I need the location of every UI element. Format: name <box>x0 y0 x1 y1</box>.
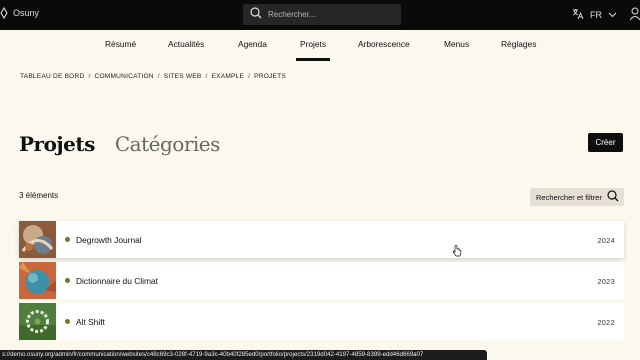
chevron-down-icon <box>608 10 617 20</box>
list-item[interactable]: Dictionnaire du Climat 2023 <box>19 262 624 299</box>
tab-projets[interactable]: Projets <box>19 132 95 156</box>
project-title[interactable]: Dictionnaire du Climat <box>76 276 158 286</box>
nav-item-projets[interactable]: Projets <box>295 39 331 61</box>
project-list: Degrowth Journal 2024 Dictionnaire du Cl… <box>19 221 624 344</box>
nav-item-actualites[interactable]: Actualités <box>168 39 204 49</box>
nav-item-resume[interactable]: Résumé <box>105 39 136 49</box>
breadcrumb-item[interactable]: COMMUNICATION <box>94 73 153 80</box>
status-dot <box>65 237 70 242</box>
brand-name: Osuny <box>13 8 40 18</box>
section-nav: Résumé Actualités Agenda Projets Arbores… <box>0 30 640 61</box>
breadcrumb-separator: / <box>157 73 160 80</box>
breadcrumb-separator: / <box>88 73 91 80</box>
status-bar-url: s://demo.osuny.org/admin/fr/communicatio… <box>0 350 487 360</box>
list-item[interactable]: Degrowth Journal 2024 <box>19 221 624 258</box>
project-year: 2024 <box>597 236 615 245</box>
status-dot <box>65 278 70 283</box>
search-filter-button[interactable]: Rechercher et filtrer <box>530 188 624 206</box>
breadcrumb-item[interactable]: SITES WEB <box>164 73 202 80</box>
breadcrumb-separator: / <box>248 73 251 80</box>
tab-categories[interactable]: Catégories <box>115 132 221 156</box>
nav-item-menus[interactable]: Menus <box>444 39 469 49</box>
filter-button-label: Rechercher et filtrer <box>536 192 602 202</box>
breadcrumb-item[interactable]: TABLEAU DE BORD <box>20 73 84 80</box>
nav-item-arborescence[interactable]: Arborescence <box>358 39 410 49</box>
project-thumbnail <box>19 221 56 258</box>
user-icon[interactable] <box>629 7 640 26</box>
brand-link[interactable]: Osuny <box>0 7 39 19</box>
page-title-tabs: Projets Catégories <box>19 132 220 156</box>
create-button[interactable]: Créer <box>588 133 623 152</box>
breadcrumb-separator: / <box>205 73 208 80</box>
project-title[interactable]: Alt Shift <box>76 317 105 327</box>
top-bar: Osuny FR <box>0 0 640 30</box>
translate-icon <box>572 8 584 22</box>
search-icon <box>250 6 262 24</box>
project-year: 2023 <box>597 277 615 286</box>
diamond-icon <box>0 7 8 19</box>
nav-item-agenda[interactable]: Agenda <box>238 39 267 49</box>
project-thumbnail <box>19 262 56 299</box>
pointer-cursor-icon <box>452 244 462 262</box>
project-thumbnail <box>19 303 56 340</box>
search-icon <box>607 190 619 204</box>
breadcrumb: TABLEAU DE BORD / COMMUNICATION / SITES … <box>20 73 286 80</box>
item-count: 3 éléments <box>19 191 59 200</box>
search-box[interactable] <box>243 4 401 25</box>
list-item[interactable]: Alt Shift 2022 <box>19 303 624 340</box>
status-dot <box>65 319 70 324</box>
breadcrumb-item[interactable]: EXAMPLE <box>212 73 245 80</box>
search-input[interactable] <box>268 10 388 19</box>
language-label: FR <box>590 10 602 20</box>
language-switcher[interactable]: FR <box>572 8 617 22</box>
project-year: 2022 <box>597 318 615 327</box>
nav-item-reglages[interactable]: Réglages <box>501 39 536 49</box>
breadcrumb-current: PROJETS <box>254 73 286 80</box>
project-title[interactable]: Degrowth Journal <box>76 235 142 245</box>
